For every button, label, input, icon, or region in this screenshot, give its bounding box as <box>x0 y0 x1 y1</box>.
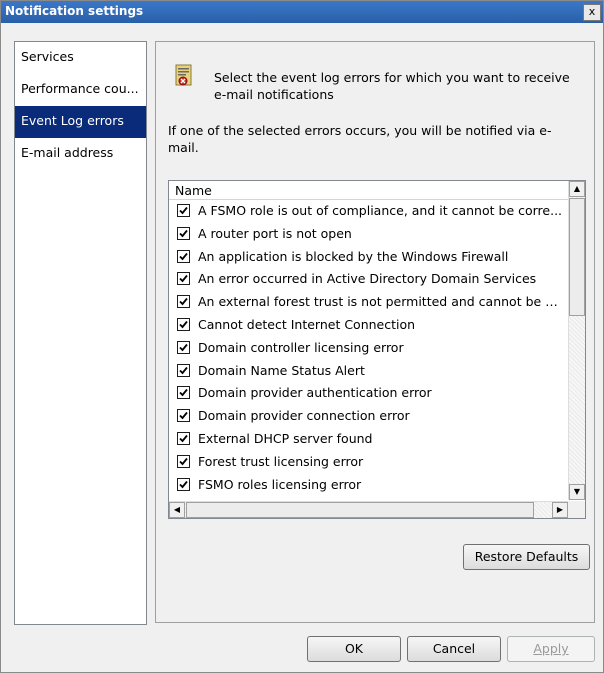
item-label: FSMO roles licensing error <box>198 476 362 492</box>
settings-nav: Services Performance cou... Event Log er… <box>14 41 147 625</box>
close-icon: x <box>588 5 596 18</box>
list-item[interactable]: Domain controller licensing error <box>169 337 568 360</box>
list-item[interactable]: Domain provider connection error <box>169 405 568 428</box>
list-item[interactable]: A FSMO role is out of compliance, and it… <box>169 200 568 223</box>
checkmark-icon <box>179 457 188 466</box>
item-checkbox[interactable] <box>177 226 190 240</box>
item-label: An external forest trust is not permitte… <box>198 294 563 310</box>
apply-button: Apply <box>507 636 595 662</box>
list-item[interactable]: External DHCP server found <box>169 428 568 451</box>
item-label: An error occurred in Active Directory Do… <box>198 271 537 287</box>
checkmark-icon <box>179 252 188 260</box>
checkmark-icon <box>179 275 188 283</box>
list-item[interactable]: An external forest trust is not permitte… <box>169 291 568 314</box>
item-label: Domain provider authentication error <box>198 385 432 401</box>
item-label: Cannot detect Internet Connection <box>198 316 416 332</box>
scrollbar-corner <box>568 501 585 518</box>
item-checkbox[interactable] <box>177 249 190 263</box>
item-label: Forest trust licensing error <box>198 453 364 469</box>
horizontal-scroll-thumb[interactable] <box>186 502 534 518</box>
item-label: Domain Name Status Alert <box>198 362 365 378</box>
window-title: Notification settings <box>5 4 144 18</box>
item-checkbox[interactable] <box>177 204 190 217</box>
item-checkbox[interactable] <box>177 340 190 354</box>
item-label: A router port is not open <box>198 225 352 241</box>
notification-settings-window: Notification settings x Services Perform… <box>0 0 604 673</box>
ok-button[interactable]: OK <box>307 636 401 662</box>
item-label: An application is blocked by the Windows… <box>198 248 509 264</box>
event-log-errors-panel: Select the event log errors for which yo… <box>155 41 595 623</box>
item-label: External DHCP server found <box>198 430 373 446</box>
item-label: Domain provider connection error <box>198 408 410 424</box>
column-header-label: Name <box>175 183 212 198</box>
list-item[interactable]: Domain Name Status Alert <box>169 360 568 383</box>
scroll-up-button[interactable]: ▲ <box>569 181 585 197</box>
restore-defaults-button[interactable]: Restore Defaults <box>463 544 590 570</box>
item-checkbox[interactable] <box>177 272 190 286</box>
description-text: Select the event log errors for which yo… <box>214 70 570 102</box>
list-item[interactable]: Cannot detect Internet Connection <box>169 314 568 337</box>
list-item[interactable]: A router port is not open <box>169 223 568 246</box>
title-bar[interactable]: Notification settings x <box>1 1 603 23</box>
list-item[interactable]: Forest trust licensing error <box>169 451 568 474</box>
checkmark-icon <box>179 389 188 397</box>
checkmark-icon <box>179 366 188 374</box>
list-rows: A FSMO role is out of compliance, and it… <box>169 200 568 496</box>
nav-item-performance-counters[interactable]: Performance cou... <box>15 74 146 106</box>
apply-label: Apply <box>533 641 569 656</box>
checkmark-icon <box>179 480 188 488</box>
scroll-left-button[interactable]: ◀ <box>169 502 185 518</box>
nav-item-event-log-errors[interactable]: Event Log errors <box>15 106 146 138</box>
item-checkbox[interactable] <box>177 431 190 445</box>
close-button[interactable]: x <box>583 4 601 21</box>
checkmark-icon <box>179 298 188 306</box>
vertical-scrollbar[interactable]: ▲ ▼ <box>568 181 585 500</box>
nav-item-email-address[interactable]: E-mail address <box>15 138 146 170</box>
notification-note: If one of the selected errors occurs, yo… <box>168 123 552 155</box>
name-column-header[interactable]: Name <box>169 181 568 200</box>
checkmark-icon <box>179 434 188 443</box>
list-item[interactable]: An error occurred in Active Directory Do… <box>169 268 568 291</box>
scroll-down-button[interactable]: ▼ <box>569 484 585 500</box>
list-item[interactable]: An application is blocked by the Windows… <box>169 246 568 269</box>
item-checkbox[interactable] <box>177 409 190 423</box>
scroll-right-button[interactable]: ▶ <box>552 502 568 518</box>
nav-item-services[interactable]: Services <box>15 42 146 74</box>
item-checkbox[interactable] <box>177 363 190 377</box>
item-checkbox[interactable] <box>177 454 190 468</box>
item-checkbox[interactable] <box>177 295 190 309</box>
checkmark-icon <box>179 229 188 238</box>
item-label: A FSMO role is out of compliance, and it… <box>198 203 563 218</box>
item-checkbox[interactable] <box>177 477 190 491</box>
item-checkbox[interactable] <box>177 386 190 400</box>
vertical-scroll-thumb[interactable] <box>569 198 585 316</box>
checkmark-icon <box>179 343 188 352</box>
horizontal-scrollbar[interactable]: ◀ ▶ <box>169 501 568 518</box>
cancel-button[interactable]: Cancel <box>407 636 501 662</box>
checkmark-icon <box>179 320 188 329</box>
event-log-icon <box>174 64 194 88</box>
list-item[interactable]: FSMO roles licensing error <box>169 474 568 497</box>
list-item[interactable]: Domain provider authentication error <box>169 382 568 405</box>
item-checkbox[interactable] <box>177 317 190 331</box>
item-label: Domain controller licensing error <box>198 339 404 355</box>
checkmark-icon <box>179 206 188 215</box>
event-errors-list[interactable]: Name A FSMO role is out of compliance, a… <box>168 180 586 519</box>
checkmark-icon <box>179 412 188 420</box>
